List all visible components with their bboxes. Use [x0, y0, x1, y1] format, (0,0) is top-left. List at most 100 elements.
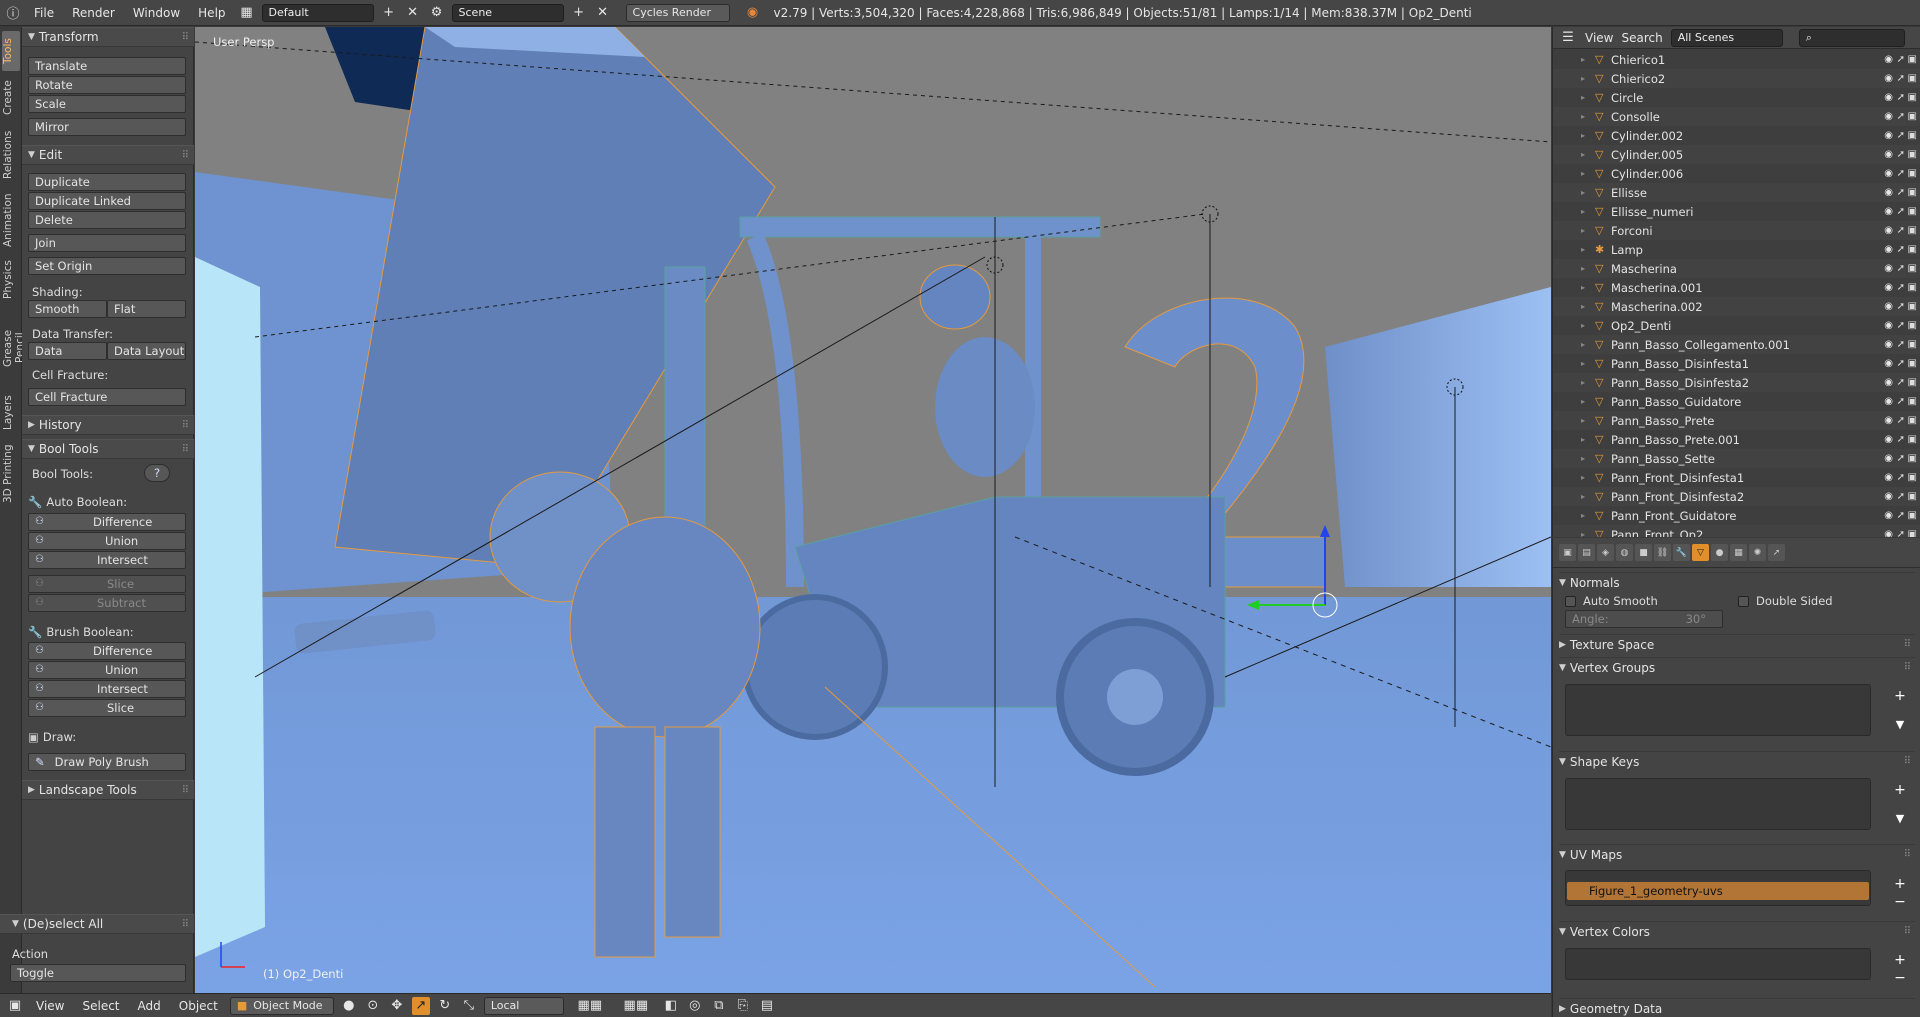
eye-icon[interactable]: ◉	[1884, 92, 1893, 103]
constraints-tab-icon[interactable]: ⛓	[1654, 544, 1671, 561]
outliner-menu-view[interactable]: View	[1585, 31, 1613, 45]
outliner-item-name[interactable]: Chierico2	[1611, 72, 1665, 86]
outliner-item[interactable]: ▸ ▽ Pann_Front_Disinfesta2 ◉ ➚ ▣	[1553, 487, 1920, 506]
expand-icon[interactable]: ▸	[1581, 416, 1585, 425]
eye-icon[interactable]: ◉	[1884, 434, 1893, 445]
eye-icon[interactable]: ◉	[1884, 453, 1893, 464]
cursor-icon[interactable]: ➚	[1897, 111, 1905, 122]
outliner-item[interactable]: ▸ ▽ Circle ◉ ➚ ▣	[1553, 88, 1920, 107]
cursor-icon[interactable]: ➚	[1897, 415, 1905, 426]
outliner-editor-icon[interactable]: ☰	[1559, 29, 1577, 47]
world-tab-icon[interactable]: ◍	[1616, 544, 1633, 561]
cursor-icon[interactable]: ➚	[1897, 282, 1905, 293]
auto-intersect-button[interactable]: ⚇ Intersect	[28, 551, 186, 569]
cursor-icon[interactable]: ➚	[1897, 263, 1905, 274]
render-icon[interactable]: ▣	[1908, 244, 1917, 255]
eye-icon[interactable]: ◉	[1884, 187, 1893, 198]
bool-help-button[interactable]: ?	[144, 464, 170, 482]
shape-key-specials-icon[interactable]: ▼	[1892, 812, 1908, 825]
cursor-icon[interactable]: ➚	[1897, 377, 1905, 388]
outliner-item[interactable]: ▸ ▽ Pann_Basso_Sette ◉ ➚ ▣	[1553, 449, 1920, 468]
camera-icon[interactable]: ▤	[758, 997, 776, 1015]
deselect-all-panel-header[interactable]: ▼ (De)select All ⠿	[0, 914, 194, 934]
outliner-item[interactable]: ▸ ✱ Lamp ◉ ➚ ▣	[1553, 240, 1920, 259]
render-icon[interactable]: ▣	[1908, 225, 1917, 236]
outliner-item[interactable]: ▸ ▽ Pann_Basso_Prete.001 ◉ ➚ ▣	[1553, 430, 1920, 449]
outliner-item[interactable]: ▸ ▽ Op2_Denti ◉ ➚ ▣	[1553, 316, 1920, 335]
eye-icon[interactable]: ◉	[1884, 54, 1893, 65]
eye-icon[interactable]: ◉	[1884, 510, 1893, 521]
manipulator-icon[interactable]: ✥	[388, 997, 406, 1015]
tab-tools[interactable]: Tools	[2, 31, 20, 71]
add-vertex-group-icon[interactable]: +	[1892, 688, 1908, 704]
outliner-item[interactable]: ▸ ▽ Cylinder.005 ◉ ➚ ▣	[1553, 145, 1920, 164]
outliner-item[interactable]: ▸ ▽ Cylinder.006 ◉ ➚ ▣	[1553, 164, 1920, 183]
mirror-button[interactable]: Mirror	[28, 118, 186, 136]
3d-viewport[interactable]: User Persp (1) Op2_Denti	[195, 27, 1551, 993]
eye-icon[interactable]: ◉	[1884, 377, 1893, 388]
proportional-edit-icon[interactable]: ◎	[686, 997, 704, 1015]
translate-manipulator-icon[interactable]: ↗	[411, 996, 430, 1015]
outliner-item[interactable]: ▸ ▽ Cylinder.002 ◉ ➚ ▣	[1553, 126, 1920, 145]
eye-icon[interactable]: ◉	[1884, 415, 1893, 426]
outliner-item[interactable]: ▸ ▽ Chierico1 ◉ ➚ ▣	[1553, 50, 1920, 69]
duplicate-button[interactable]: Duplicate	[28, 173, 186, 191]
outliner-item[interactable]: ▸ ▽ Mascherina ◉ ➚ ▣	[1553, 259, 1920, 278]
eye-icon[interactable]: ◉	[1884, 396, 1893, 407]
render-icon[interactable]: ▣	[1908, 92, 1917, 103]
outliner-item-name[interactable]: Forconi	[1611, 224, 1653, 238]
render-icon[interactable]: ▣	[1908, 453, 1917, 464]
expand-icon[interactable]: ▸	[1581, 207, 1585, 216]
shape-keys-panel-header[interactable]: ▼ Shape Keys ⠿	[1559, 751, 1915, 771]
cursor-icon[interactable]: ➚	[1897, 301, 1905, 312]
render-icon[interactable]: ▣	[1908, 130, 1917, 141]
render-icon[interactable]: ▣	[1908, 206, 1917, 217]
tab-physics[interactable]: Physics	[2, 255, 20, 305]
cursor-icon[interactable]: ➚	[1897, 92, 1905, 103]
eye-icon[interactable]: ◉	[1884, 149, 1893, 160]
cursor-icon[interactable]: ➚	[1897, 206, 1905, 217]
double-sided-checkbox[interactable]: Double Sided	[1738, 594, 1833, 608]
scene-tab-icon[interactable]: ◈	[1597, 544, 1614, 561]
eye-icon[interactable]: ◉	[1884, 73, 1893, 84]
duplicate-linked-button[interactable]: Duplicate Linked	[28, 192, 186, 210]
outliner-item[interactable]: ▸ ▽ Ellisse_numeri ◉ ➚ ▣	[1553, 202, 1920, 221]
auto-difference-button[interactable]: ⚇ Difference	[28, 513, 186, 531]
uv-maps-panel-header[interactable]: ▼ UV Maps ⠿	[1559, 844, 1915, 864]
outliner-item[interactable]: ▸ ▽ Pann_Basso_Disinfesta2 ◉ ➚ ▣	[1553, 373, 1920, 392]
data-transfer-button[interactable]: Data	[28, 342, 107, 360]
material-tab-icon[interactable]: ●	[1711, 544, 1728, 561]
expand-icon[interactable]: ▸	[1581, 378, 1585, 387]
outliner-item[interactable]: ▸ ▽ Mascherina.002 ◉ ➚ ▣	[1553, 297, 1920, 316]
history-panel-header[interactable]: ▶ History ⠿	[22, 415, 194, 435]
transform-panel-header[interactable]: ▼ Transform ⠿	[22, 27, 194, 47]
expand-icon[interactable]: ▸	[1581, 359, 1585, 368]
outliner-item-name[interactable]: Consolle	[1611, 110, 1660, 124]
expand-icon[interactable]: ▸	[1581, 264, 1585, 273]
expand-icon[interactable]: ▸	[1581, 245, 1585, 254]
render-icon[interactable]: ▣	[1908, 282, 1917, 293]
cell-fracture-button[interactable]: Cell Fracture	[28, 388, 186, 406]
outliner-item[interactable]: ▸ ▽ Chierico2 ◉ ➚ ▣	[1553, 69, 1920, 88]
display-mode-select[interactable]: All Scenes	[1670, 28, 1783, 47]
landscape-tools-panel-header[interactable]: ▶ Landscape Tools ⠿	[22, 780, 194, 800]
outliner-item-name[interactable]: Chierico1	[1611, 53, 1665, 67]
uv-map-item[interactable]: Figure_1_geometry-uvs	[1567, 882, 1869, 900]
outliner-item[interactable]: ▸ ▽ Pann_Basso_Collegamento.001 ◉ ➚ ▣	[1553, 335, 1920, 354]
render-icon[interactable]: ▣	[1908, 339, 1917, 350]
menu-file[interactable]: File	[28, 6, 60, 20]
menu-select[interactable]: Select	[76, 999, 125, 1013]
brush-intersect-button[interactable]: ⚇ Intersect	[28, 680, 186, 698]
shade-smooth-button[interactable]: Smooth	[28, 300, 107, 318]
outliner-item-name[interactable]: Mascherina.002	[1611, 300, 1703, 314]
remove-vertex-color-icon[interactable]: −	[1892, 970, 1908, 986]
outliner-item-name[interactable]: Ellisse_numeri	[1611, 205, 1693, 219]
outliner-item-name[interactable]: Pann_Basso_Guidatore	[1611, 395, 1741, 409]
vertex-colors-panel-header[interactable]: ▼ Vertex Colors ⠿	[1559, 921, 1915, 941]
render-icon[interactable]: ▣	[1908, 54, 1917, 65]
cursor-icon[interactable]: ➚	[1897, 187, 1905, 198]
texture-tab-icon[interactable]: ▦	[1730, 544, 1747, 561]
outliner-item[interactable]: ▸ ▽ Ellisse ◉ ➚ ▣	[1553, 183, 1920, 202]
auto-slice-button[interactable]: ⚇ Slice	[28, 575, 186, 593]
render-icon[interactable]: ▣	[1908, 301, 1917, 312]
